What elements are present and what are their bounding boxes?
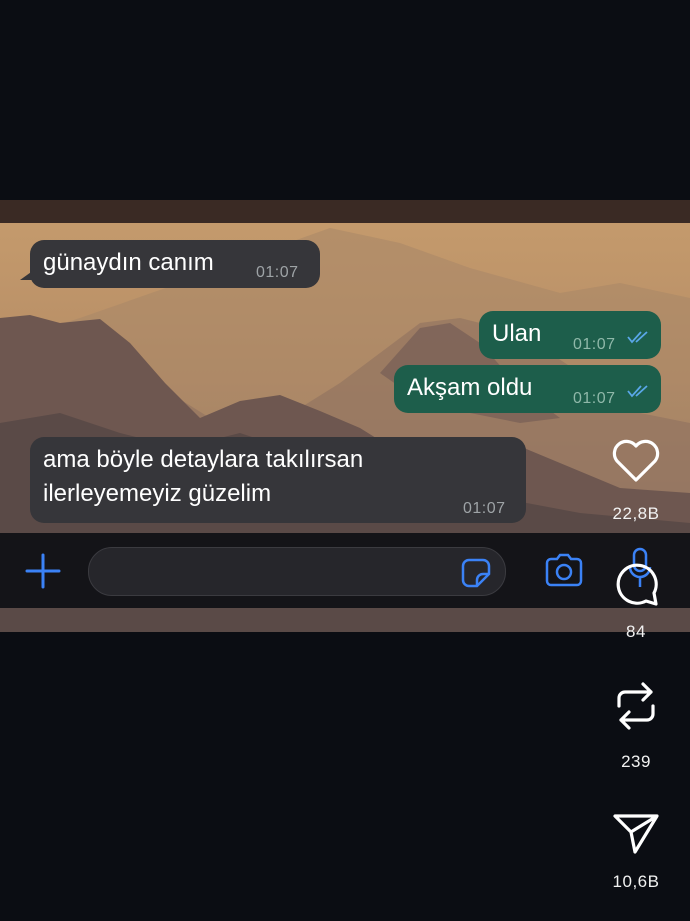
like-action[interactable]: 22,8B — [596, 438, 676, 528]
like-count: 22,8B — [612, 504, 660, 523]
message-time: 01:07 — [256, 264, 299, 281]
message-input-bar — [0, 533, 690, 608]
post-image[interactable]: günaydın canım 01:07 Ulan 01:07 Akşam ol… — [0, 200, 690, 632]
message-text: günaydın canım — [43, 249, 214, 276]
plus-icon[interactable] — [24, 552, 62, 590]
repost-icon[interactable] — [611, 680, 661, 732]
bubble-tail — [20, 270, 34, 280]
share-action[interactable]: 10,6B — [596, 810, 676, 900]
reply-count: 84 — [626, 622, 646, 641]
repost-action[interactable]: 239 — [596, 680, 676, 771]
message-text: Ulan — [492, 320, 542, 347]
message-bubble-incoming[interactable]: günaydın canım 01:07 — [20, 240, 320, 288]
message-text-line-1: ama böyle detaylara takılırsan — [43, 446, 364, 473]
read-receipt-icon — [627, 385, 648, 398]
send-icon[interactable] — [611, 810, 661, 856]
message-text-line-2: ilerleyemeyiz güzelim — [43, 480, 272, 507]
message-time: 01:07 — [573, 390, 616, 407]
message-bubble-outgoing[interactable]: Akşam oldu 01:07 — [394, 365, 661, 413]
message-bubble-incoming[interactable]: ama böyle detaylara takılırsan ilerleyem… — [30, 437, 526, 523]
sticker-icon[interactable] — [459, 556, 493, 590]
reply-action[interactable]: 84 — [596, 558, 676, 648]
comment-icon[interactable] — [611, 558, 661, 608]
camera-icon[interactable] — [543, 553, 585, 589]
message-bubble-outgoing[interactable]: Ulan 01:07 — [479, 311, 661, 359]
read-receipt-icon — [627, 331, 648, 344]
message-time: 01:07 — [463, 500, 506, 517]
message-input[interactable] — [88, 547, 506, 596]
message-time: 01:07 — [573, 336, 616, 353]
heart-icon[interactable] — [611, 438, 661, 484]
message-text: Akşam oldu — [407, 374, 533, 401]
share-count: 10,6B — [612, 872, 660, 891]
repost-count: 239 — [621, 752, 651, 771]
